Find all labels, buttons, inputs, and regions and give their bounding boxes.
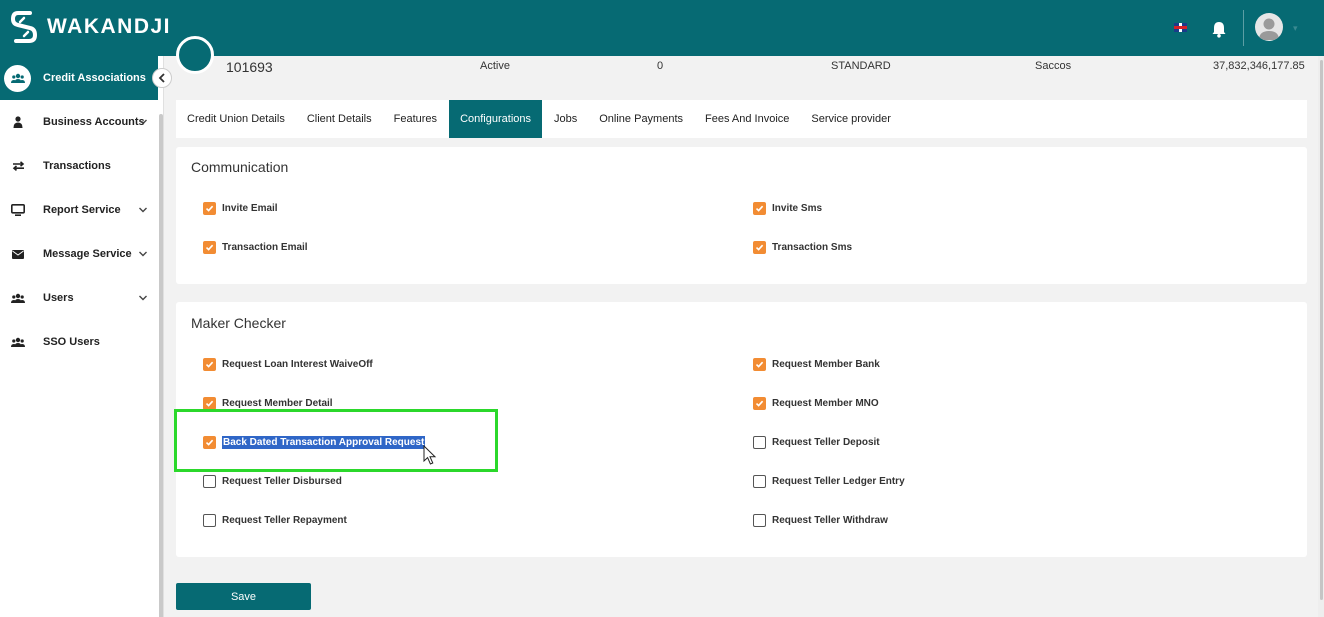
checkbox-label: Transaction Email (222, 242, 308, 253)
section-title: Communication (191, 159, 289, 175)
request-teller-disbursed-checkbox[interactable]: Request Teller Disbursed (203, 475, 342, 488)
checkbox-label: Request Teller Withdraw (772, 515, 888, 526)
request-loan-interest-waiveoff-checkbox[interactable]: Request Loan Interest WaiveOff (203, 358, 373, 371)
checkbox-unchecked[interactable] (753, 475, 766, 488)
mouse-cursor-icon (423, 445, 437, 465)
checkbox-unchecked[interactable] (753, 514, 766, 527)
sidebar-item-transactions[interactable]: Transactions (0, 146, 158, 186)
brand-name: WAKANDJI (47, 15, 172, 38)
chevron-down-icon (139, 251, 147, 257)
detail-tabs: Credit Union Details Client Details Feat… (176, 100, 1307, 138)
request-teller-withdraw-checkbox[interactable]: Request Teller Withdraw (753, 514, 888, 527)
invite-sms-checkbox[interactable]: Invite Sms (753, 202, 822, 215)
checkbox-checked[interactable] (203, 358, 216, 371)
brand-logo[interactable]: WAKANDJI (10, 10, 171, 44)
section-title: Maker Checker (191, 315, 286, 331)
account-amount: 37,832,346,177.85 (1213, 60, 1305, 72)
tab-credit-union-details[interactable]: Credit Union Details (176, 100, 296, 138)
exchange-icon (10, 159, 26, 173)
user-icon (10, 115, 26, 129)
uk-flag-icon[interactable] (1174, 23, 1187, 32)
account-status: Active (480, 60, 510, 72)
users-icon (10, 291, 26, 305)
checkbox-label: Request Teller Disbursed (222, 476, 342, 487)
tab-service-provider[interactable]: Service provider (800, 100, 901, 138)
bell-icon[interactable] (1210, 20, 1228, 38)
sidebar-item-label: Transactions (43, 160, 111, 172)
chevron-down-icon[interactable]: ▾ (1293, 23, 1298, 34)
checkbox-checked[interactable] (753, 397, 766, 410)
tab-configurations[interactable]: Configurations (449, 100, 542, 138)
checkbox-label: Request Loan Interest WaiveOff (222, 359, 373, 370)
sidebar-item-label: Report Service (43, 204, 121, 216)
annotation-highlight-box (174, 409, 498, 472)
sidebar-collapse-button[interactable] (152, 68, 172, 88)
checkbox-label: Request Teller Deposit (772, 437, 880, 448)
main-scrollbar-thumb[interactable] (1320, 60, 1323, 600)
sidebar-scrollbar[interactable] (159, 114, 163, 617)
checkbox-label: Request Teller Ledger Entry (772, 476, 905, 487)
checkbox-checked[interactable] (753, 241, 766, 254)
save-button[interactable]: Save (176, 583, 311, 610)
checkbox-checked[interactable] (203, 202, 216, 215)
sidebar-item-message-service[interactable]: Message Service (0, 234, 158, 274)
sidebar-item-sso-users[interactable]: SSO Users (0, 322, 158, 362)
transaction-sms-checkbox[interactable]: Transaction Sms (753, 241, 852, 254)
monitor-icon (10, 203, 26, 217)
checkbox-label: Request Member Detail (222, 398, 333, 409)
tab-features[interactable]: Features (383, 100, 448, 138)
checkbox-label: Invite Sms (772, 203, 823, 214)
checkbox-label: Request Member MNO (772, 398, 879, 409)
request-member-bank-checkbox[interactable]: Request Member Bank (753, 358, 880, 371)
tab-fees-and-invoice[interactable]: Fees And Invoice (694, 100, 800, 138)
communication-panel: Communication Invite Email Invite Sms Tr… (176, 147, 1307, 284)
request-teller-deposit-checkbox[interactable]: Request Teller Deposit (753, 436, 880, 449)
checkbox-unchecked[interactable] (753, 436, 766, 449)
checkbox-unchecked[interactable] (203, 514, 216, 527)
request-teller-ledger-entry-checkbox[interactable]: Request Teller Ledger Entry (753, 475, 905, 488)
request-teller-repayment-checkbox[interactable]: Request Teller Repayment (203, 514, 347, 527)
account-summary-row: 101693 Active 0 STANDARD Saccos 37,832,3… (164, 36, 1314, 86)
account-count: 0 (657, 60, 664, 72)
sidebar-item-business-accounts[interactable]: Business Accounts (0, 102, 158, 142)
tab-online-payments[interactable]: Online Payments (588, 100, 694, 138)
checkbox-label: Request Teller Repayment (222, 515, 347, 526)
transaction-email-checkbox[interactable]: Transaction Email (203, 241, 308, 254)
tab-jobs[interactable]: Jobs (543, 100, 588, 138)
sidebar-item-users[interactable]: Users (0, 278, 158, 318)
chevron-left-icon (158, 73, 165, 83)
sidebar-item-label: SSO Users (43, 336, 100, 348)
checkbox-checked[interactable] (753, 202, 766, 215)
chevron-down-icon (139, 207, 147, 213)
header-divider (1243, 10, 1244, 46)
user-avatar-icon[interactable] (1255, 13, 1283, 41)
sidebar-item-label: Users (43, 292, 74, 304)
tab-client-details[interactable]: Client Details (296, 100, 383, 138)
request-member-mno-checkbox[interactable]: Request Member MNO (753, 397, 879, 410)
account-id: 101693 (226, 59, 273, 75)
account-type: Saccos (1035, 60, 1072, 72)
sidebar-item-label: Message Service (43, 248, 132, 260)
sidebar-item-label: Credit Associations (43, 72, 146, 84)
sidebar-item-label: Business Accounts (43, 116, 145, 128)
checkbox-label: Transaction Sms (772, 242, 853, 253)
wakandji-logo-icon (10, 11, 38, 43)
checkbox-label: Invite Email (222, 203, 278, 214)
sidebar: Credit Associations Business Accounts Tr… (0, 56, 164, 617)
users-icon (10, 335, 26, 349)
checkbox-checked[interactable] (203, 241, 216, 254)
sidebar-item-credit-associations[interactable]: Credit Associations (0, 56, 158, 100)
users-icon (4, 64, 31, 92)
checkbox-unchecked[interactable] (203, 475, 216, 488)
invite-email-checkbox[interactable]: Invite Email (203, 202, 278, 215)
account-icon (176, 36, 214, 74)
checkbox-checked[interactable] (753, 358, 766, 371)
envelope-icon (10, 247, 26, 261)
chevron-down-icon (139, 119, 147, 125)
account-plan: STANDARD (831, 60, 891, 72)
chevron-down-icon (139, 295, 147, 301)
checkbox-label: Request Member Bank (772, 359, 880, 370)
sidebar-item-report-service[interactable]: Report Service (0, 190, 158, 230)
